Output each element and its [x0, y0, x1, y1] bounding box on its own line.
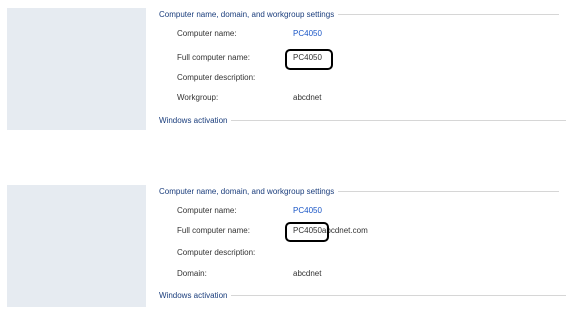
divider [338, 14, 559, 15]
system-properties-panel-top: Computer name, domain, and workgroup set… [0, 8, 566, 133]
section-title-text: Windows activation [159, 116, 228, 125]
computer-name-value[interactable]: PC4050 [293, 206, 322, 215]
full-computer-name-label: Full computer name: [177, 226, 250, 235]
section-title-text: Computer name, domain, and workgroup set… [159, 10, 335, 19]
section-title-computer-name: Computer name, domain, and workgroup set… [159, 10, 559, 19]
full-computer-name-label: Full computer name: [177, 53, 250, 62]
section-title-text: Windows activation [159, 291, 228, 300]
section-title-windows-activation: Windows activation [159, 291, 566, 300]
computer-name-label: Computer name: [177, 206, 237, 215]
section-title-text: Computer name, domain, and workgroup set… [159, 187, 335, 196]
section-title-windows-activation: Windows activation [159, 116, 566, 125]
sidebar [7, 8, 146, 130]
divider [231, 120, 566, 121]
workgroup-label: Workgroup: [177, 93, 219, 102]
computer-description-label: Computer description: [177, 248, 256, 257]
divider [338, 191, 559, 192]
domain-label: Domain: [177, 269, 207, 278]
system-properties-panel-bottom: Computer name, domain, and workgroup set… [0, 185, 566, 310]
computer-name-label: Computer name: [177, 29, 237, 38]
highlight-circle [285, 49, 333, 70]
domain-value: abcdnet [293, 269, 322, 278]
highlight-circle [285, 222, 329, 242]
computer-name-value[interactable]: PC4050 [293, 29, 322, 38]
workgroup-value: abcdnet [293, 93, 322, 102]
sidebar [7, 185, 146, 307]
divider [231, 295, 566, 296]
computer-description-label: Computer description: [177, 73, 256, 82]
section-title-computer-name: Computer name, domain, and workgroup set… [159, 187, 559, 196]
